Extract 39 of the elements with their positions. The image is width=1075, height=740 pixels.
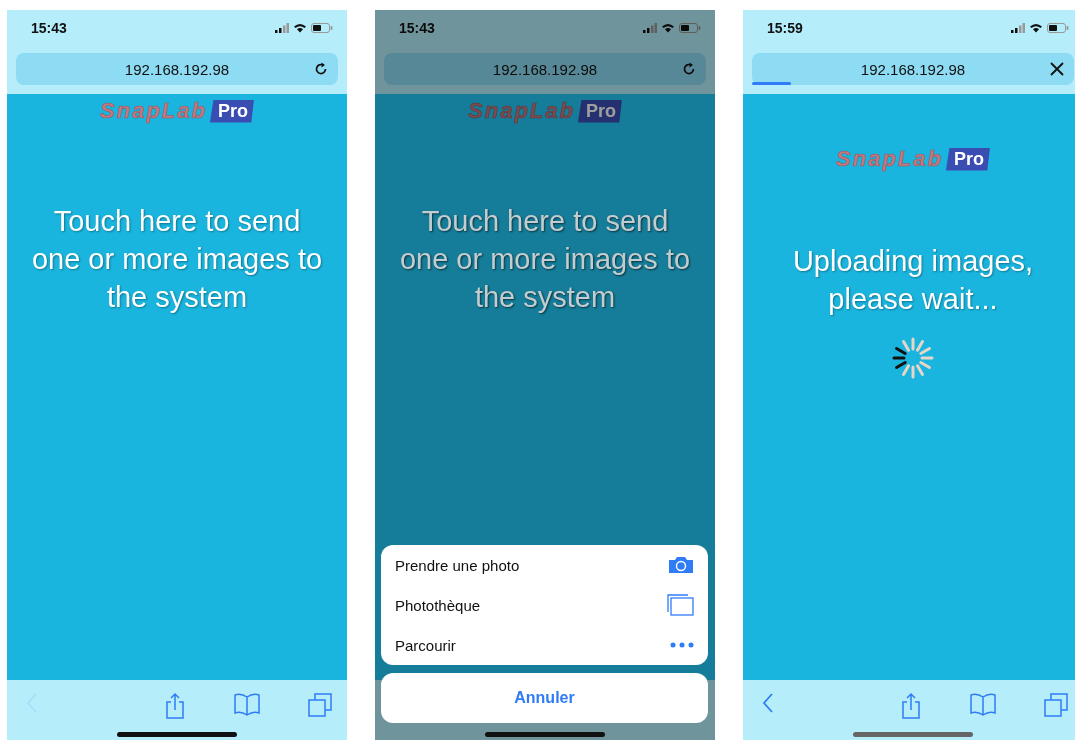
- wifi-icon: [1029, 23, 1043, 33]
- sheet-option[interactable]: Parcourir: [395, 625, 694, 665]
- logo: SnapLab Pro: [836, 146, 990, 172]
- address-bar[interactable]: 192.168.192.98: [16, 53, 338, 85]
- status-time: 15:43: [399, 20, 435, 36]
- address-bar[interactable]: 192.168.192.98: [384, 53, 706, 85]
- battery-icon: [679, 23, 701, 33]
- bookmarks-icon[interactable]: [233, 692, 261, 716]
- cancel-button[interactable]: Annuler: [381, 673, 708, 723]
- signal-icon: [1011, 23, 1025, 33]
- url-text: 192.168.192.98: [124, 60, 230, 78]
- battery-icon: [311, 23, 333, 33]
- sheet-option[interactable]: Photothèque: [395, 585, 694, 625]
- tabs-icon[interactable]: [1043, 692, 1069, 718]
- more-icon: [670, 642, 694, 648]
- address-bar[interactable]: 192.168.192.98: [752, 53, 1074, 85]
- reload-icon[interactable]: [681, 61, 697, 77]
- share-icon[interactable]: [899, 692, 923, 720]
- logo: SnapLab Pro: [100, 98, 254, 124]
- reload-icon[interactable]: [313, 61, 329, 77]
- wifi-icon: [661, 23, 675, 33]
- url-text: 192.168.192.98: [860, 60, 966, 78]
- tabs-icon[interactable]: [307, 692, 333, 718]
- status-time: 15:59: [767, 20, 803, 36]
- back-icon[interactable]: [761, 692, 775, 714]
- photos-icon: [666, 594, 694, 616]
- logo: SnapLab Pro: [468, 98, 622, 124]
- sheet-option[interactable]: Prendre une photo: [395, 545, 694, 585]
- battery-icon: [1047, 23, 1069, 33]
- share-icon[interactable]: [163, 692, 187, 720]
- wifi-icon: [293, 23, 307, 33]
- spinner-icon: [891, 336, 935, 380]
- bookmarks-icon[interactable]: [969, 692, 997, 716]
- close-icon[interactable]: [1049, 61, 1065, 77]
- camera-icon: [668, 556, 694, 574]
- signal-icon: [275, 23, 289, 33]
- signal-icon: [643, 23, 657, 33]
- url-text: 192.168.192.98: [492, 60, 598, 78]
- status-time: 15:43: [31, 20, 67, 36]
